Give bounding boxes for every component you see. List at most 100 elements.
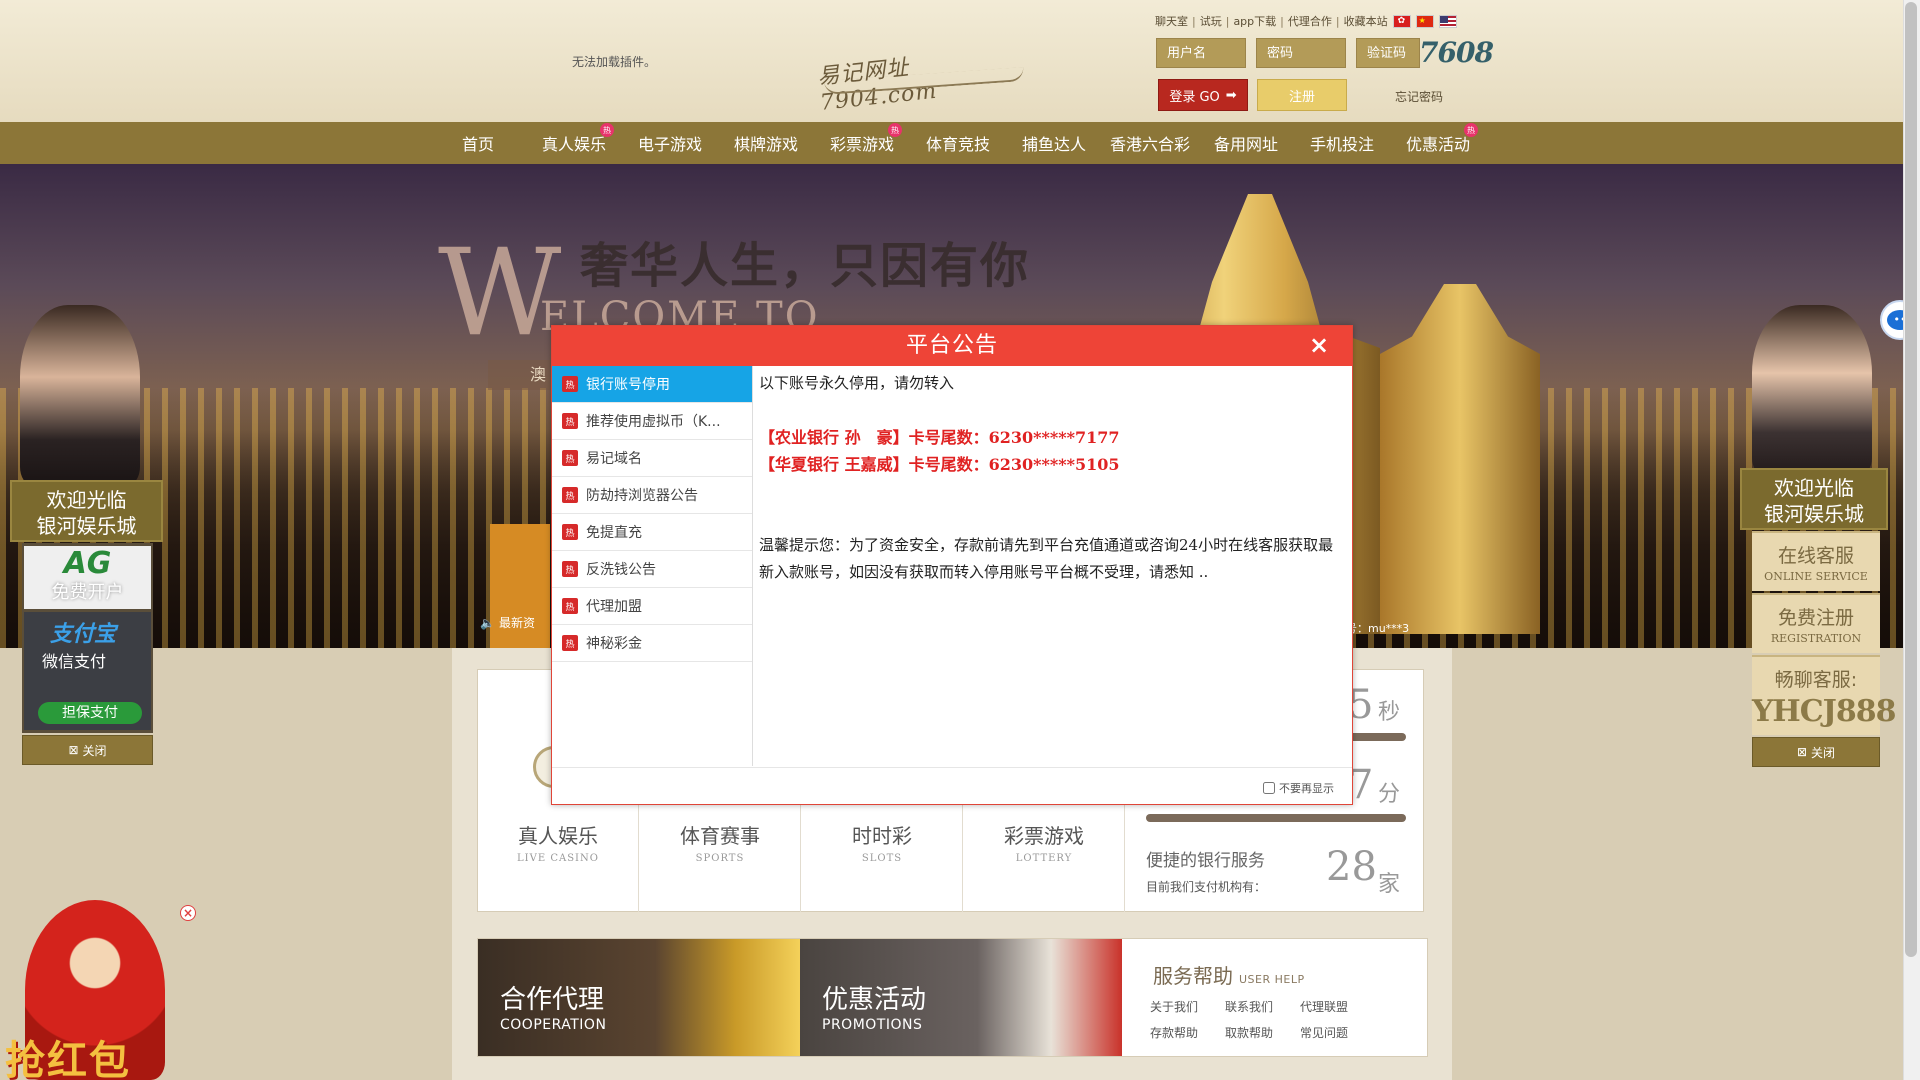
hot-badge-icon: 热 bbox=[600, 123, 614, 137]
free-register-button[interactable]: 免费注册 REGISTRATION bbox=[1752, 593, 1880, 653]
announcement-item[interactable]: 热反洗钱公告 bbox=[552, 551, 752, 588]
username-input[interactable] bbox=[1156, 38, 1246, 68]
category-lottery[interactable]: 彩票游戏 LOTTERY bbox=[963, 820, 1125, 864]
hot-badge-icon: 热 bbox=[1464, 123, 1478, 137]
red-envelope-close-icon[interactable]: × bbox=[180, 905, 196, 921]
plugin-error-message: 无法加载插件。 bbox=[572, 55, 657, 69]
top-link-demo[interactable]: 试玩 bbox=[1200, 13, 1222, 29]
help-title-en: USER HELP bbox=[1239, 973, 1305, 986]
left-float-close-button[interactable]: ⊠ 关闭 bbox=[22, 735, 153, 765]
help-link-agent[interactable]: 代理联盟 bbox=[1300, 998, 1375, 1015]
cooperation-banner[interactable]: 合作代理 COOPERATION bbox=[478, 939, 800, 1056]
red-envelope-text: 抢红包 bbox=[5, 1038, 131, 1080]
bank-count-number: 28 bbox=[1326, 844, 1377, 890]
nav-item[interactable]: 首页 bbox=[430, 122, 526, 164]
nav-item[interactable]: 优惠活动热 bbox=[1390, 122, 1486, 164]
right-float-close-button[interactable]: ⊠ 关闭 bbox=[1752, 737, 1880, 767]
nav-item[interactable]: 彩票游戏热 bbox=[814, 122, 910, 164]
category-live-casino[interactable]: 真人娱乐 LIVE CASINO bbox=[477, 820, 639, 864]
nav-item[interactable]: 香港六合彩 bbox=[1102, 122, 1198, 164]
right-float-header: 欢迎光临 银河娱乐城 bbox=[1740, 468, 1888, 530]
nav-item-label: 首页 bbox=[461, 135, 494, 154]
category-title: 体育赛事 bbox=[680, 824, 760, 848]
help-link-contact[interactable]: 联系我们 bbox=[1225, 998, 1300, 1015]
help-link-about[interactable]: 关于我们 bbox=[1150, 998, 1225, 1015]
top-link-app-download[interactable]: app下载 bbox=[1233, 13, 1276, 29]
announcement-item-label: 反洗钱公告 bbox=[586, 562, 656, 578]
top-link-chatroom[interactable]: 聊天室 bbox=[1155, 13, 1188, 29]
nav-item-label: 香港六合彩 bbox=[1109, 135, 1190, 154]
china-flag-icon[interactable] bbox=[1415, 14, 1434, 28]
announcement-item[interactable]: 热防劫持浏览器公告 bbox=[552, 477, 752, 514]
captcha-image[interactable]: 7608 bbox=[1419, 36, 1494, 69]
register-button[interactable]: 注册 bbox=[1257, 79, 1347, 111]
online-service-button[interactable]: 在线客服 ONLINE SERVICE bbox=[1752, 531, 1880, 591]
help-title-text: 服务帮助 bbox=[1153, 964, 1233, 988]
nav-item[interactable]: 棋牌游戏 bbox=[718, 122, 814, 164]
nav-item-label: 优惠活动 bbox=[1405, 135, 1470, 154]
left-float-panel: 欢迎光临 银河娱乐城 bbox=[10, 480, 163, 542]
announcement-item[interactable]: 热免提直充 bbox=[552, 514, 752, 551]
close-label: 关闭 bbox=[82, 743, 107, 758]
scrollbar-thumb[interactable] bbox=[1905, 2, 1917, 957]
red-envelope-widget[interactable]: 抢红包 bbox=[5, 890, 185, 1080]
hot-flag-icon: 热 bbox=[562, 376, 578, 392]
nav-item[interactable]: 体育竞技 bbox=[910, 122, 1006, 164]
category-subtitle: SPORTS bbox=[695, 853, 745, 864]
help-link-deposit[interactable]: 存款帮助 bbox=[1150, 1024, 1225, 1041]
bank-service-title: 便捷的银行服务 bbox=[1146, 851, 1265, 871]
chat-service-button[interactable]: 畅聊客服: YHCJ888 bbox=[1752, 655, 1896, 735]
category-title: 时时彩 bbox=[852, 824, 912, 848]
nav-item-label: 捕鱼达人 bbox=[1021, 135, 1086, 154]
announcement-tip: 温馨提示您：为了资金安全，存款前请先到平台充值通道或咨询24小时在线客服获取最新… bbox=[759, 536, 1334, 581]
promo-title: 优惠活动 bbox=[822, 985, 927, 1015]
announcement-item-label: 代理加盟 bbox=[586, 599, 642, 615]
announcement-item-label: 防劫持浏览器公告 bbox=[586, 488, 698, 504]
announcement-item-label: 银行账号停用 bbox=[586, 377, 670, 393]
link-separator: | bbox=[1225, 14, 1230, 28]
hot-badge-icon: 热 bbox=[888, 123, 902, 137]
modal-close-icon[interactable]: × bbox=[1308, 333, 1330, 357]
nav-item-label: 彩票游戏 bbox=[829, 135, 894, 154]
hot-flag-icon: 热 bbox=[562, 598, 578, 614]
dont-show-again[interactable]: 不要再显示 bbox=[1263, 780, 1334, 796]
top-link-bookmark[interactable]: 收藏本站 bbox=[1344, 13, 1388, 29]
promo-subtitle: COOPERATION bbox=[500, 1017, 607, 1033]
announcement-item[interactable]: 热易记域名 bbox=[552, 440, 752, 477]
help-link-withdraw[interactable]: 取款帮助 bbox=[1225, 1024, 1300, 1041]
nav-item[interactable]: 手机投注 bbox=[1294, 122, 1390, 164]
hong-kong-flag-icon[interactable] bbox=[1392, 14, 1411, 28]
left-float-line1: 欢迎光临 bbox=[46, 488, 127, 512]
category-sports[interactable]: 体育赛事 SPORTS bbox=[639, 820, 801, 864]
announcement-item[interactable]: 热推荐使用虚拟币（K... bbox=[552, 403, 752, 440]
captcha-input[interactable] bbox=[1356, 38, 1420, 68]
site-logo[interactable]: 易记网址 7904.com bbox=[816, 40, 1028, 116]
modal-title: 平台公告 bbox=[552, 326, 1352, 366]
announcement-item[interactable]: 热代理加盟 bbox=[552, 588, 752, 625]
category-slots[interactable]: 时时彩 SLOTS bbox=[801, 820, 963, 864]
nav-item-label: 棋牌游戏 bbox=[733, 135, 798, 154]
ag-open-account-link[interactable]: AG 免费开户 bbox=[24, 546, 151, 609]
password-input[interactable] bbox=[1256, 38, 1346, 68]
announcement-item[interactable]: 热神秘彩金 bbox=[552, 625, 752, 662]
nav-item[interactable]: 捕鱼达人 bbox=[1006, 122, 1102, 164]
ag-open-account-text: 免费开户 bbox=[51, 582, 124, 603]
dont-show-again-checkbox[interactable] bbox=[1263, 782, 1275, 794]
us-flag-icon[interactable] bbox=[1438, 14, 1457, 28]
announcement-item[interactable]: 热银行账号停用 bbox=[552, 366, 752, 403]
help-link-faq[interactable]: 常见问题 bbox=[1300, 1024, 1375, 1041]
nav-item[interactable]: 真人娱乐热 bbox=[526, 122, 622, 164]
forgot-password-link[interactable]: 忘记密码 bbox=[1395, 88, 1443, 105]
promotions-banner[interactable]: 优惠活动 PROMOTIONS bbox=[800, 939, 1122, 1056]
left-float-line2: 银河娱乐城 bbox=[36, 514, 137, 538]
close-label: 关闭 bbox=[1811, 745, 1836, 760]
login-button[interactable]: 登录 GO ➡ bbox=[1158, 79, 1248, 111]
nav-item[interactable]: 电子游戏 bbox=[622, 122, 718, 164]
announcement-content: 以下账号永久停用，请勿转入 【农业银行 孙 豪】卡号尾数：6230*****71… bbox=[759, 370, 1339, 760]
right-float-model-image bbox=[1752, 305, 1872, 475]
modal-footer: 不要再显示 bbox=[552, 767, 1352, 805]
online-service-en: ONLINE SERVICE bbox=[1764, 570, 1868, 583]
nav-item[interactable]: 备用网址 bbox=[1198, 122, 1294, 164]
top-link-agent[interactable]: 代理合作 bbox=[1288, 13, 1332, 29]
